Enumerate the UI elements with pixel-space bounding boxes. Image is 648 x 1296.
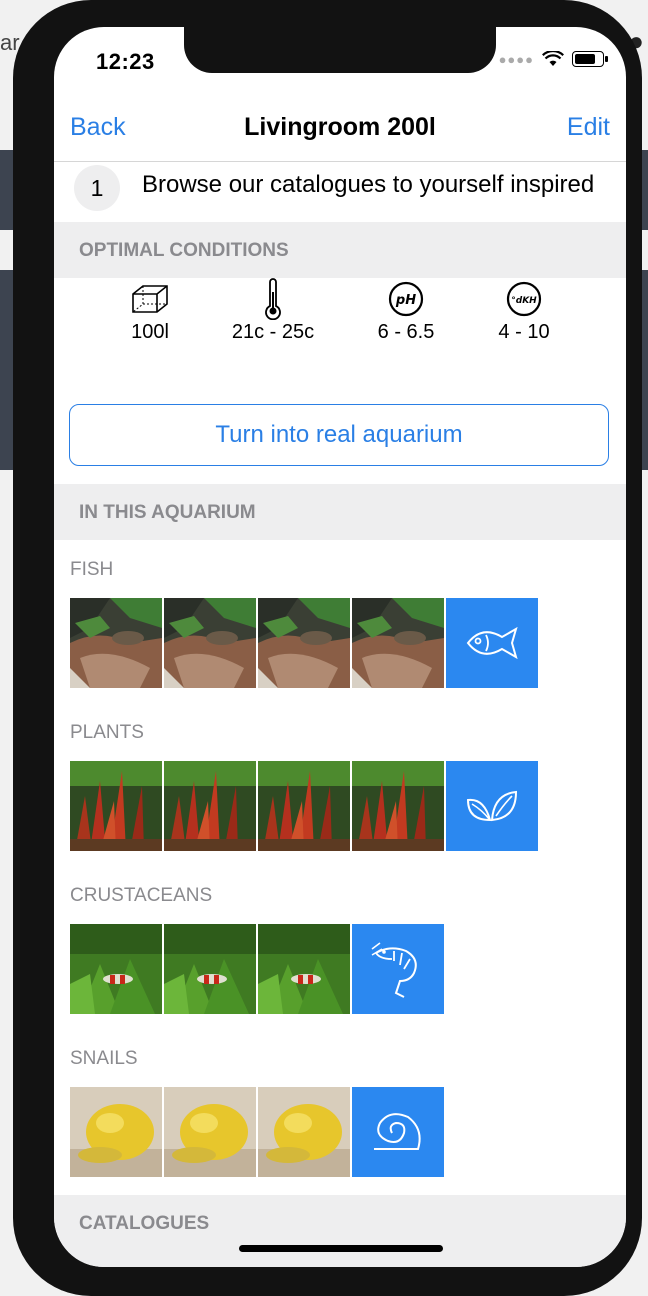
section-header-label: OPTIMAL CONDITIONS (79, 240, 289, 261)
condition-dkh-value: 4 - 10 (498, 321, 550, 343)
status-icons: ●●●● (498, 51, 608, 67)
background-panel (0, 150, 14, 230)
crustacean-thumbnail[interactable] (258, 924, 350, 1014)
app-screen: 12:23 ●●●● Back Livingroom 200l Edit 1 B… (54, 27, 626, 1267)
step-row[interactable]: 1 Browse our catalogues to yourself insp… (54, 162, 626, 222)
snail-thumbnail[interactable] (258, 1087, 350, 1177)
step-text: Browse our catalogues to yourself inspir… (142, 171, 595, 198)
section-header-catalogues: CATALOGUES (54, 1195, 626, 1267)
condition-temperature: 21c - 25c (223, 278, 323, 344)
plant-thumbnail[interactable] (164, 761, 256, 851)
section-header-in-this-aquarium: IN THIS AQUARIUM (54, 484, 626, 540)
background-panel (0, 270, 14, 470)
category-label-snails: SNAILS (70, 1048, 138, 1069)
step-number-badge: 1 (74, 165, 120, 211)
snails-category-tile[interactable] (352, 1087, 444, 1177)
plant-thumbnail[interactable] (70, 761, 162, 851)
page-title: Livingroom 200l (244, 113, 436, 141)
thermometer-icon (265, 278, 281, 320)
condition-volume: 100l (100, 279, 200, 344)
fish-thumbnail[interactable] (352, 598, 444, 688)
condition-temperature-value: 21c - 25c (231, 321, 315, 343)
svg-text:°dKH: °dKH (511, 296, 537, 306)
snail-thumbnail[interactable] (164, 1087, 256, 1177)
plants-category-tile[interactable] (446, 761, 538, 851)
section-header-optimal-conditions: OPTIMAL CONDITIONS (54, 222, 626, 278)
fish-thumbnail[interactable] (258, 598, 350, 688)
phone-frame: 12:23 ●●●● Back Livingroom 200l Edit 1 B… (13, 0, 642, 1296)
condition-dkh: °dKH 4 - 10 (474, 279, 574, 344)
leaf-icon (466, 790, 518, 822)
section-header-label: CATALOGUES (79, 1213, 210, 1234)
dkh-icon: °dKH (506, 281, 542, 317)
condition-ph-value: 6 - 6.5 (377, 321, 435, 343)
fish-thumbnail[interactable] (70, 598, 162, 688)
condition-ph: pH 6 - 6.5 (356, 279, 456, 344)
plant-thumbnail[interactable] (352, 761, 444, 851)
snail-shell-icon (374, 1113, 421, 1150)
navigation-bar: Back Livingroom 200l Edit (54, 99, 626, 162)
cell-signal-icon: ●●●● (498, 51, 534, 67)
section-header-label: IN THIS AQUARIUM (79, 502, 256, 523)
fish-thumbnail[interactable] (164, 598, 256, 688)
svg-text:pH: pH (395, 293, 416, 308)
category-label-fish: FISH (70, 559, 114, 580)
ph-icon: pH (388, 281, 424, 317)
status-time: 12:23 (96, 49, 155, 74)
plants-thumbnails (70, 761, 538, 851)
snails-thumbnails (70, 1087, 444, 1177)
category-label-crustaceans: CRUSTACEANS (70, 885, 213, 906)
snail-thumbnail[interactable] (70, 1087, 162, 1177)
crustacean-thumbnail[interactable] (164, 924, 256, 1014)
turn-into-real-aquarium-button[interactable]: Turn into real aquarium (69, 404, 609, 466)
edit-button[interactable]: Edit (567, 113, 610, 142)
category-label-plants: PLANTS (70, 722, 144, 743)
fish-category-tile[interactable] (446, 598, 538, 688)
crustaceans-category-tile[interactable] (352, 924, 444, 1014)
shrimp-icon (371, 942, 417, 998)
home-indicator[interactable] (239, 1245, 443, 1252)
wifi-icon (542, 51, 564, 66)
condition-volume-value: 100l (131, 321, 169, 343)
battery-icon (572, 51, 608, 67)
conditions-row: 100l 21c - 25c pH 6 - 6.5 °dKH 4 - 10 (54, 278, 626, 369)
tank-icon (132, 285, 168, 313)
fish-icon (466, 626, 518, 660)
crustaceans-thumbnails (70, 924, 444, 1014)
notch (184, 27, 496, 73)
crustacean-thumbnail[interactable] (70, 924, 162, 1014)
plant-thumbnail[interactable] (258, 761, 350, 851)
fish-thumbnails (70, 598, 538, 688)
